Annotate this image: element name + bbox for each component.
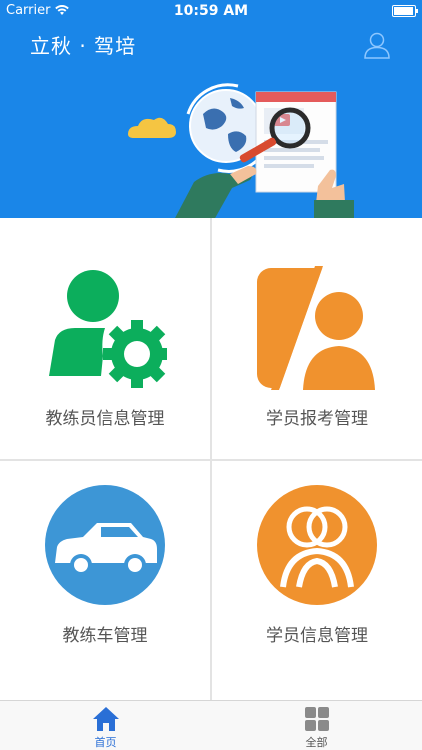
tab-bar: 首页 全部 — [0, 700, 422, 750]
tile-label: 学员信息管理 — [266, 626, 368, 646]
car-icon — [45, 485, 165, 605]
tile-label: 学员报考管理 — [266, 409, 368, 429]
student-register-icon — [257, 266, 379, 390]
tab-home[interactable]: 首页 — [0, 701, 211, 750]
coach-gear-icon — [49, 270, 167, 388]
person-outline-icon[interactable] — [362, 30, 392, 60]
tile-coach-info[interactable]: 教练员信息管理 — [0, 218, 210, 459]
tab-home-label: 首页 — [94, 736, 117, 749]
grid-icon — [304, 707, 329, 731]
tile-coach-car[interactable]: 教练车管理 — [0, 461, 210, 700]
banner-illustration — [128, 83, 354, 218]
status-time: 10:59 AM — [173, 3, 249, 19]
app-title: 立秋 · 驾培 — [30, 34, 137, 58]
tile-student-info[interactable]: 学员信息管理 — [212, 461, 422, 700]
home-icon — [92, 707, 119, 731]
students-icon — [257, 485, 377, 605]
status-bar: Carrier 10:59 AM — [0, 0, 422, 22]
header-banner: 立秋 · 驾培 — [0, 22, 422, 218]
tile-student-register[interactable]: 学员报考管理 — [212, 218, 422, 459]
tab-all-label: 全部 — [305, 736, 328, 749]
tab-all[interactable]: 全部 — [211, 701, 422, 750]
battery-icon — [392, 5, 418, 17]
function-grid: 教练员信息管理 学员报考管理 教练车管理 学员信息管理 — [0, 218, 422, 700]
tile-label: 教练车管理 — [62, 626, 148, 646]
tile-label: 教练员信息管理 — [45, 409, 165, 429]
